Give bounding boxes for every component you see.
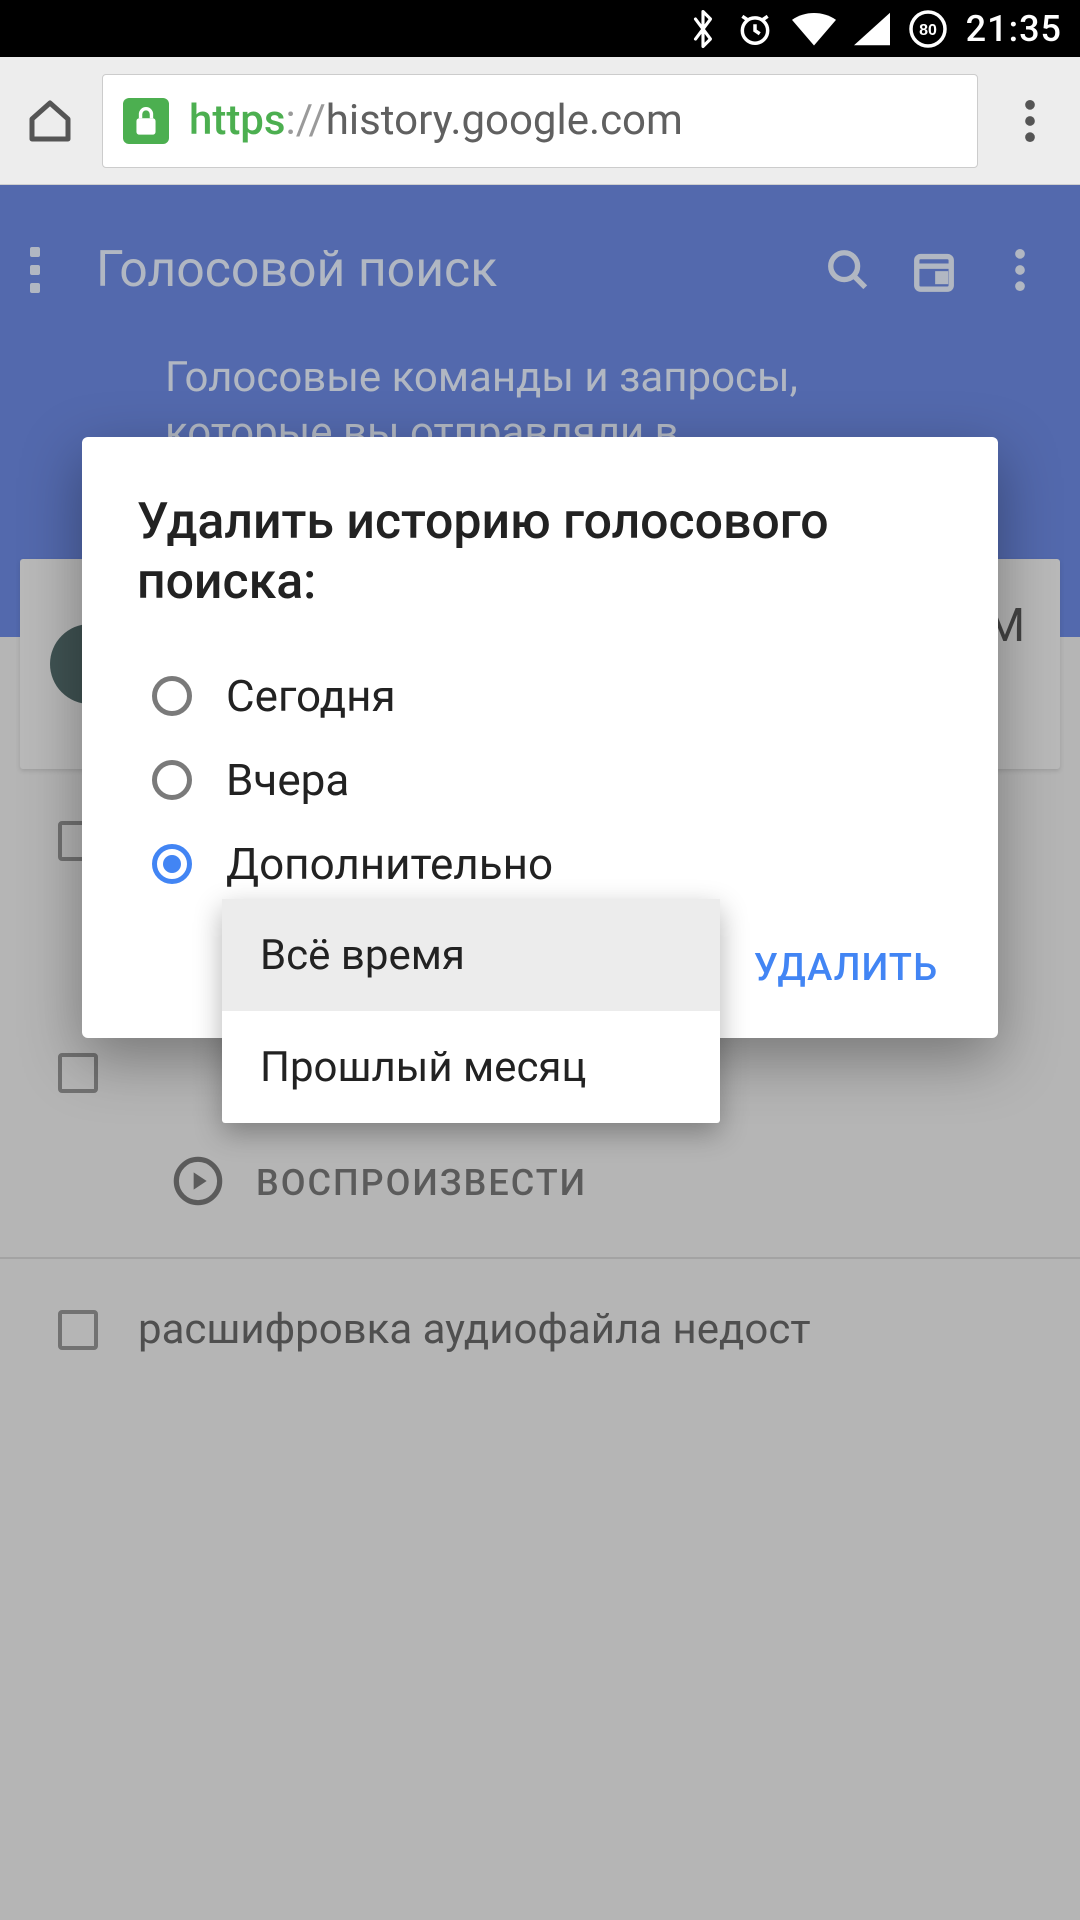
radio-option-advanced[interactable]: Дополнительно — [152, 822, 998, 906]
url-separator: :// — [286, 96, 326, 145]
radio-group: Сегодня Вчера Дополнительно — [82, 612, 998, 906]
dropdown-item-all-time[interactable]: Всё время — [222, 899, 720, 1011]
radio-icon — [152, 676, 192, 716]
radio-label: Вчера — [226, 754, 349, 806]
home-button[interactable] — [20, 91, 80, 151]
dropdown-item-label: Всё время — [260, 931, 465, 980]
battery-pct: 80 — [919, 22, 937, 39]
url-host: history.google.com — [326, 96, 683, 145]
radio-option-yesterday[interactable]: Вчера — [152, 738, 998, 822]
status-bar: 80 21:35 — [0, 0, 1080, 57]
dropdown-item-label: Прошлый месяц — [260, 1043, 586, 1092]
dropdown-item-last-month[interactable]: Прошлый месяц — [222, 1011, 720, 1123]
alarm-icon — [736, 10, 774, 48]
delete-button[interactable]: УДАЛИТЬ — [754, 946, 938, 990]
radio-label: Дополнительно — [226, 838, 553, 890]
radio-icon — [152, 760, 192, 800]
time-range-dropdown: Всё время Прошлый месяц — [222, 899, 720, 1123]
dialog-title: Удалить историю голосового поиска: — [82, 492, 998, 612]
url-protocol: https — [189, 96, 286, 145]
lock-icon — [123, 98, 169, 144]
radio-option-today[interactable]: Сегодня — [152, 654, 998, 738]
status-icons: 80 — [688, 9, 948, 49]
browser-more-button[interactable] — [1000, 91, 1060, 151]
url-text: https://history.google.com — [189, 96, 683, 145]
wifi-icon — [792, 12, 836, 46]
status-time: 21:35 — [966, 8, 1062, 50]
radio-icon — [152, 844, 192, 884]
url-bar[interactable]: https://history.google.com — [102, 74, 978, 168]
cell-signal-icon — [854, 12, 890, 46]
battery-icon: 80 — [908, 9, 948, 49]
browser-toolbar: https://history.google.com — [0, 57, 1080, 185]
bluetooth-icon — [688, 9, 718, 49]
radio-label: Сегодня — [226, 670, 396, 722]
